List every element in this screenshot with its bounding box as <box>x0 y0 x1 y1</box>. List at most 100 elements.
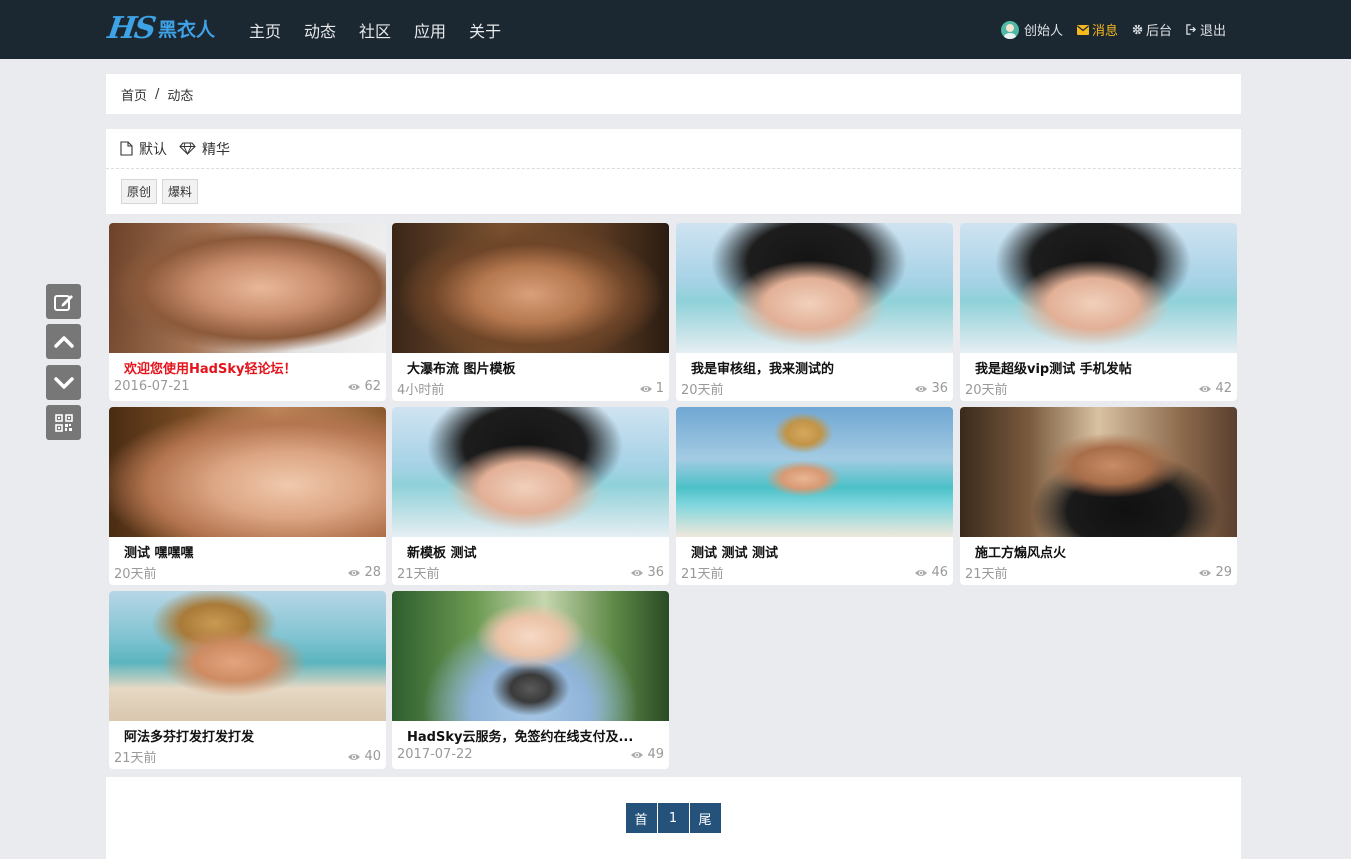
post-title[interactable]: 测试 测试 测试 <box>691 542 778 561</box>
breadcrumb-home[interactable]: 首页 <box>121 85 147 104</box>
post-time: 20天前 <box>114 567 157 582</box>
view-count: 46 <box>931 565 948 580</box>
scroll-bottom-button[interactable] <box>46 365 81 400</box>
post-views: 36 <box>630 563 664 582</box>
post-thumbnail[interactable] <box>109 591 386 721</box>
post-title[interactable]: HadSky云服务，免签约在线支付及... <box>407 726 633 745</box>
tag-original[interactable]: 原创 <box>121 178 158 204</box>
sort-default-label: 默认 <box>139 141 167 158</box>
sort-default[interactable]: 默认 <box>120 139 167 159</box>
post-views: 42 <box>1198 379 1232 398</box>
nav-community[interactable]: 社区 <box>359 18 391 42</box>
post-title[interactable]: 大瀑布流 图片模板 <box>407 358 516 377</box>
nav-home[interactable]: 主页 <box>249 18 281 42</box>
post-time: 21天前 <box>681 567 724 582</box>
post-card[interactable]: 测试 嘿嘿嘿 20天前 28 <box>109 407 386 585</box>
post-views: 1 <box>639 379 664 398</box>
sort-featured[interactable]: 精华 <box>179 139 230 159</box>
view-count: 42 <box>1215 381 1232 396</box>
post-title[interactable]: 我是超级vip测试 手机发帖 <box>975 358 1132 377</box>
page-1-button[interactable]: 1 <box>657 803 689 833</box>
post-card[interactable]: 阿法多芬打发打发打发 21天前 40 <box>109 591 386 769</box>
qrcode-icon <box>54 413 73 432</box>
post-card[interactable]: 测试 测试 测试 21天前 46 <box>676 407 953 585</box>
post-title[interactable]: 施工方煽风点火 <box>975 542 1066 561</box>
post-thumbnail[interactable] <box>676 223 953 353</box>
post-thumbnail[interactable] <box>960 223 1237 353</box>
view-count: 1 <box>655 381 664 396</box>
post-thumbnail[interactable] <box>109 407 386 537</box>
breadcrumb-separator: / <box>155 86 160 102</box>
admin-label: 后台 <box>1145 24 1172 39</box>
messages-link[interactable]: 消息 <box>1076 20 1118 39</box>
qrcode-button[interactable] <box>46 405 81 440</box>
post-views: 40 <box>347 747 381 766</box>
eye-icon <box>348 569 361 576</box>
post-card[interactable]: 大瀑布流 图片模板 4小时前 1 <box>392 223 669 401</box>
post-time: 20天前 <box>965 383 1008 398</box>
user-profile-link[interactable]: 创始人 <box>1000 20 1063 39</box>
view-count: 29 <box>1215 565 1232 580</box>
post-meta: 20天前 28 <box>114 563 381 582</box>
post-card[interactable]: 施工方煽风点火 21天前 29 <box>960 407 1237 585</box>
post-card[interactable]: 我是审核组，我来测试的 20天前 36 <box>676 223 953 401</box>
post-title[interactable]: 阿法多芬打发打发打发 <box>124 726 254 745</box>
post-card[interactable]: 新模板 测试 21天前 36 <box>392 407 669 585</box>
admin-link[interactable]: 后台 <box>1132 20 1172 39</box>
logout-label: 退出 <box>1199 24 1226 39</box>
tag-bar: 原创 爆料 <box>106 169 1241 213</box>
post-card[interactable]: HadSky云服务，免签约在线支付及... 2017-07-22 49 <box>392 591 669 769</box>
breadcrumb-current: 动态 <box>167 88 194 104</box>
view-count: 28 <box>364 565 381 580</box>
envelope-icon <box>1076 24 1089 35</box>
post-time: 21天前 <box>965 567 1008 582</box>
diamond-icon <box>179 142 196 155</box>
nav-apps[interactable]: 应用 <box>414 18 446 42</box>
nav-feed[interactable]: 动态 <box>304 18 336 42</box>
post-views: 62 <box>347 379 381 394</box>
post-meta: 21天前 36 <box>397 563 664 582</box>
post-title[interactable]: 我是审核组，我来测试的 <box>691 358 834 377</box>
logout-link[interactable]: 退出 <box>1186 20 1226 39</box>
view-count: 40 <box>364 749 381 764</box>
top-navbar: HS 黑衣人 主页 动态 社区 应用 关于 创始人 消息 后台 退出 <box>0 0 1351 59</box>
post-thumbnail[interactable] <box>676 407 953 537</box>
page-last-button[interactable]: 尾 <box>689 803 721 833</box>
post-time: 21天前 <box>397 567 440 582</box>
eye-icon <box>631 569 644 576</box>
post-card[interactable]: 我是超级vip测试 手机发帖 20天前 42 <box>960 223 1237 401</box>
post-thumbnail[interactable] <box>109 223 386 353</box>
filter-panel: 默认 精华 原创 爆料 <box>106 129 1241 214</box>
post-title[interactable]: 欢迎您使用HadSky轻论坛！ <box>124 358 296 377</box>
eye-icon <box>348 753 361 760</box>
eye-icon <box>915 385 928 392</box>
post-thumbnail[interactable] <box>392 591 669 721</box>
post-views: 28 <box>347 563 381 582</box>
post-title[interactable]: 测试 嘿嘿嘿 <box>124 542 194 561</box>
page-first-button[interactable]: 首 <box>625 803 657 833</box>
compose-button[interactable] <box>46 284 81 319</box>
view-count: 36 <box>647 565 664 580</box>
sort-bar: 默认 精华 <box>106 129 1241 169</box>
post-card[interactable]: 欢迎您使用HadSky轻论坛！ 2016-07-21 62 <box>109 223 386 401</box>
nav-about[interactable]: 关于 <box>469 18 501 42</box>
eye-icon <box>1199 385 1212 392</box>
logo-text: 黑衣人 <box>158 18 216 41</box>
edit-icon <box>53 294 73 311</box>
file-icon <box>120 141 133 156</box>
messages-label: 消息 <box>1091 24 1118 39</box>
post-views: 49 <box>630 747 664 762</box>
post-title[interactable]: 新模板 测试 <box>407 542 477 561</box>
post-thumbnail[interactable] <box>392 223 669 353</box>
post-views: 46 <box>914 563 948 582</box>
breadcrumb: 首页 / 动态 <box>106 74 1241 114</box>
post-thumbnail[interactable] <box>392 407 669 537</box>
site-logo[interactable]: HS 黑衣人 <box>106 10 216 46</box>
user-bar: 创始人 消息 后台 退出 <box>987 0 1226 59</box>
scroll-top-button[interactable] <box>46 324 81 359</box>
post-time: 21天前 <box>114 751 157 766</box>
eye-icon <box>639 385 652 392</box>
post-time: 2016-07-21 <box>114 379 190 394</box>
tag-scoop[interactable]: 爆料 <box>162 178 199 204</box>
post-thumbnail[interactable] <box>960 407 1237 537</box>
